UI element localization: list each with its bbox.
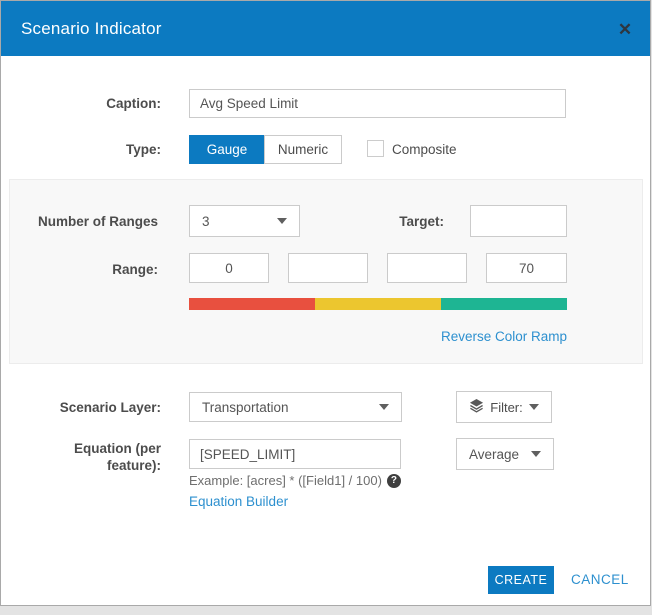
type-option-gauge[interactable]: Gauge bbox=[189, 135, 265, 164]
scenario-layer-label: Scenario Layer: bbox=[1, 400, 161, 415]
range-label: Range: bbox=[1, 262, 158, 277]
target-label: Target: bbox=[344, 214, 444, 229]
composite-checkbox[interactable] bbox=[367, 140, 384, 157]
equation-input[interactable] bbox=[189, 439, 401, 469]
dialog-header: Scenario Indicator ✕ bbox=[1, 1, 650, 56]
number-of-ranges-value: 3 bbox=[202, 214, 277, 229]
create-button[interactable]: CREATE bbox=[488, 566, 554, 594]
equation-example: Example: [acres] * ([Field1] / 100) ? bbox=[189, 473, 401, 488]
close-icon[interactable]: ✕ bbox=[614, 18, 636, 40]
ramp-segment-teal bbox=[441, 298, 567, 310]
caption-label: Caption: bbox=[1, 96, 161, 111]
type-option-numeric[interactable]: Numeric bbox=[264, 135, 342, 164]
target-input[interactable] bbox=[470, 205, 567, 237]
caption-input[interactable] bbox=[189, 89, 566, 118]
type-label: Type: bbox=[1, 142, 161, 157]
filter-label: Filter: bbox=[490, 400, 523, 415]
chevron-down-icon bbox=[529, 404, 539, 410]
cancel-button[interactable]: CANCEL bbox=[571, 572, 629, 587]
equation-label: Equation (per feature): bbox=[1, 440, 161, 474]
range-input-2[interactable] bbox=[288, 253, 368, 283]
help-icon[interactable]: ? bbox=[387, 474, 401, 488]
scenario-indicator-dialog: Scenario Indicator ✕ Caption: Type: Gaug… bbox=[0, 0, 651, 606]
reverse-color-ramp-link[interactable]: Reverse Color Ramp bbox=[189, 329, 567, 344]
range-input-4[interactable] bbox=[486, 253, 567, 283]
filter-button[interactable]: Filter: bbox=[456, 391, 552, 423]
ramp-segment-yellow bbox=[315, 298, 441, 310]
ramp-segment-red bbox=[189, 298, 315, 310]
range-input-1[interactable] bbox=[189, 253, 269, 283]
scenario-layer-value: Transportation bbox=[202, 400, 379, 415]
range-input-3[interactable] bbox=[387, 253, 467, 283]
chevron-down-icon bbox=[379, 404, 389, 410]
aggregation-dropdown[interactable]: Average bbox=[456, 438, 554, 470]
number-of-ranges-dropdown[interactable]: 3 bbox=[189, 205, 300, 237]
aggregation-value: Average bbox=[469, 447, 531, 462]
equation-builder-link[interactable]: Equation Builder bbox=[189, 494, 288, 509]
number-of-ranges-label: Number of Ranges bbox=[1, 214, 158, 229]
dialog-title: Scenario Indicator bbox=[21, 19, 162, 39]
chevron-down-icon bbox=[531, 451, 541, 457]
layers-icon bbox=[469, 398, 484, 416]
composite-label: Composite bbox=[392, 142, 457, 157]
chevron-down-icon bbox=[277, 218, 287, 224]
color-ramp bbox=[189, 298, 567, 310]
scenario-layer-dropdown[interactable]: Transportation bbox=[189, 392, 402, 422]
